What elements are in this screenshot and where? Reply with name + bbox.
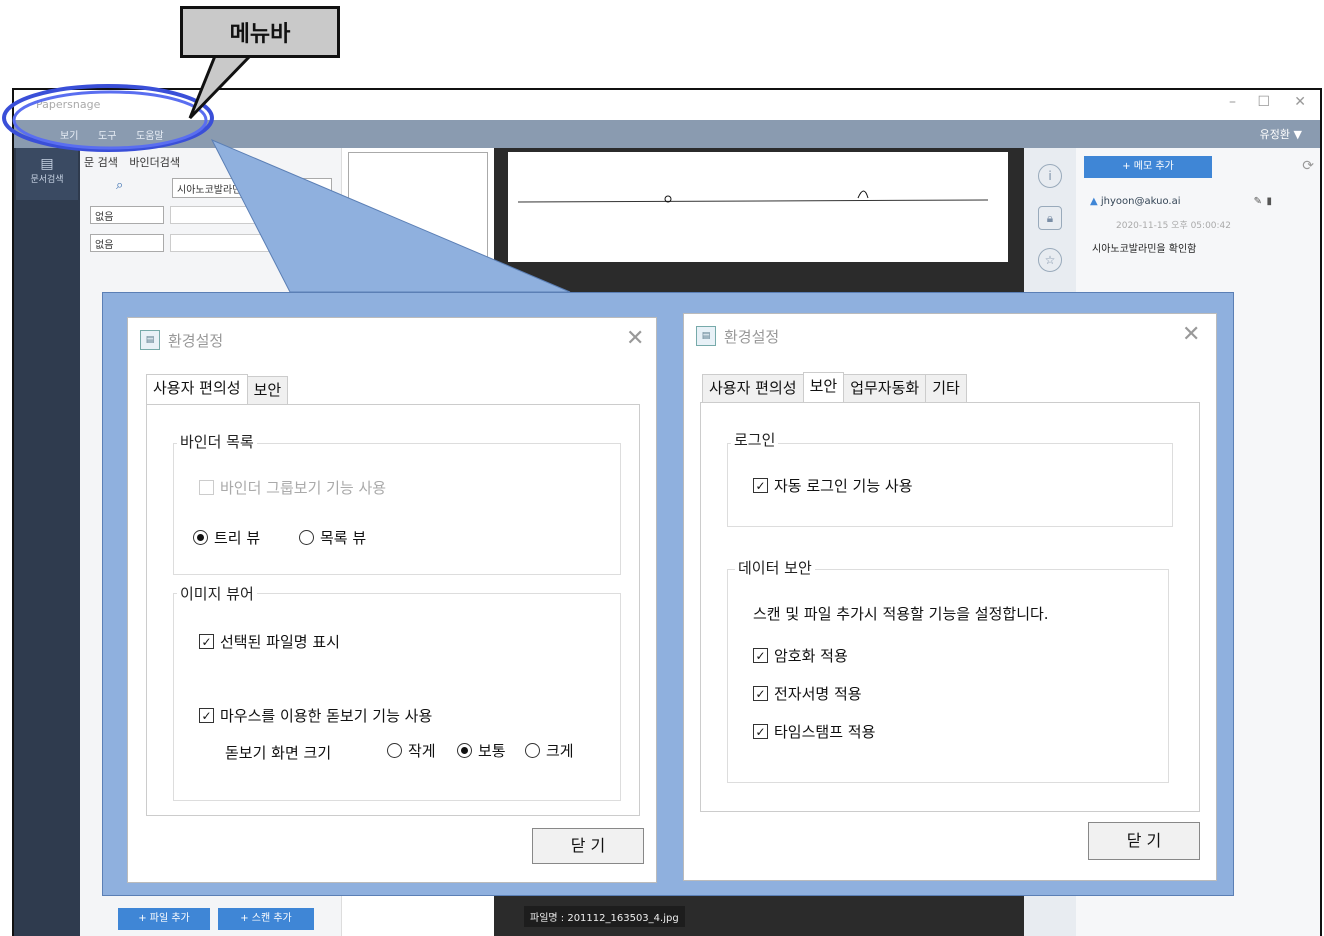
size-medium-radio[interactable]: [457, 743, 472, 758]
tab-security[interactable]: 보안: [802, 372, 845, 402]
size-large-label: 크게: [546, 742, 574, 760]
auto-login-label: 자동 로그인 기능 사용: [774, 477, 913, 495]
data-security-group-box: [727, 569, 1169, 783]
magnifier-checkbox[interactable]: ✓: [199, 708, 214, 723]
tab-user-convenience[interactable]: 사용자 편의성: [702, 374, 804, 404]
auto-login-checkbox[interactable]: ✓: [753, 478, 768, 493]
size-medium-label: 보통: [478, 742, 506, 760]
settings-tabs: 사용자 편의성 보안: [146, 374, 289, 406]
show-filename-label: 선택된 파일명 표시: [220, 633, 340, 651]
timestamp-label: 타임스탬프 적용: [774, 723, 876, 741]
size-medium-option[interactable]: 보통: [457, 740, 506, 761]
data-security-description: 스캔 및 파일 추가시 적용할 기능을 설정합니다.: [753, 605, 1049, 623]
viewer-group-label: 이미지 뷰어: [177, 583, 257, 604]
settings-tabs: 사용자 편의성 보안 업무자동화 기타: [702, 372, 967, 404]
show-filename-option[interactable]: ✓ 선택된 파일명 표시: [199, 631, 340, 652]
timestamp-option[interactable]: ✓ 타임스탬프 적용: [753, 721, 875, 742]
magnifier-label: 마우스를 이용한 돋보기 기능 사용: [220, 707, 433, 725]
callout-label: 메뉴바: [229, 22, 291, 47]
size-small-radio[interactable]: [387, 743, 402, 758]
tab-work-automation[interactable]: 업무자동화: [843, 374, 927, 404]
list-view-radio[interactable]: [299, 530, 314, 545]
dialog-title: 환경설정: [168, 332, 224, 350]
settings-app-icon: ▤: [696, 326, 716, 346]
close-button[interactable]: 닫 기: [532, 828, 644, 864]
zoomed-dialogs-frame: ▤ 환경설정 ✕ 사용자 편의성 보안 바인더 목록 바인더 그룹보기 기능 사…: [102, 292, 1234, 896]
binder-group-view-label: 바인더 그룹보기 기능 사용: [220, 479, 387, 497]
close-button[interactable]: 닫 기: [1088, 822, 1200, 860]
size-large-radio[interactable]: [525, 743, 540, 758]
list-view-label: 목록 뷰: [320, 529, 367, 547]
binder-group-view-checkbox[interactable]: [199, 480, 214, 495]
auto-login-option[interactable]: ✓ 자동 로그인 기능 사용: [753, 475, 913, 496]
close-icon[interactable]: ✕: [1182, 322, 1200, 347]
e-signature-option[interactable]: ✓ 전자서명 적용: [753, 683, 862, 704]
e-signature-label: 전자서명 적용: [774, 685, 862, 703]
tab-etc[interactable]: 기타: [925, 374, 967, 404]
close-icon[interactable]: ✕: [626, 326, 644, 351]
magnifier-option[interactable]: ✓ 마우스를 이용한 돋보기 기능 사용: [199, 705, 432, 726]
dialog-title: 환경설정: [724, 328, 780, 346]
tree-view-radio[interactable]: [193, 530, 208, 545]
encryption-label: 암호화 적용: [774, 647, 848, 665]
tree-view-label: 트리 뷰: [214, 529, 261, 547]
binder-group-label: 바인더 목록: [177, 431, 257, 452]
tab-user-convenience[interactable]: 사용자 편의성: [146, 374, 248, 404]
list-view-option[interactable]: 목록 뷰: [299, 527, 366, 548]
login-group-label: 로그인: [731, 429, 779, 450]
tab-panel: 로그인 ✓ 자동 로그인 기능 사용 데이터 보안 스캔 및 파일 추가시 적용…: [700, 402, 1200, 812]
settings-dialog-right: ▤ 환경설정 ✕ 사용자 편의성 보안 업무자동화 기타 로그인 ✓ 자동 로그…: [683, 313, 1217, 881]
size-small-option[interactable]: 작게: [387, 740, 436, 761]
size-small-label: 작게: [408, 742, 436, 760]
timestamp-checkbox[interactable]: ✓: [753, 724, 768, 739]
encryption-option[interactable]: ✓ 암호화 적용: [753, 645, 848, 666]
binder-group-view-option[interactable]: 바인더 그룹보기 기능 사용: [199, 477, 386, 498]
encryption-checkbox[interactable]: ✓: [753, 648, 768, 663]
e-signature-checkbox[interactable]: ✓: [753, 686, 768, 701]
tab-panel: 바인더 목록 바인더 그룹보기 기능 사용 트리 뷰 목록 뷰 이미지 뷰어 ✓…: [146, 404, 640, 816]
settings-dialog-left: ▤ 환경설정 ✕ 사용자 편의성 보안 바인더 목록 바인더 그룹보기 기능 사…: [127, 317, 657, 883]
settings-app-icon: ▤: [140, 330, 160, 350]
show-filename-checkbox[interactable]: ✓: [199, 634, 214, 649]
tree-view-option[interactable]: 트리 뷰: [193, 527, 260, 548]
viewer-group-box: [173, 593, 621, 801]
data-security-group-label: 데이터 보안: [735, 557, 815, 578]
tab-security[interactable]: 보안: [246, 376, 289, 406]
menubar-callout: 메뉴바: [180, 6, 340, 58]
size-large-option[interactable]: 크게: [525, 740, 574, 761]
magnifier-size-label: 돋보기 화면 크기: [225, 744, 332, 762]
binder-group-box: [173, 443, 621, 575]
